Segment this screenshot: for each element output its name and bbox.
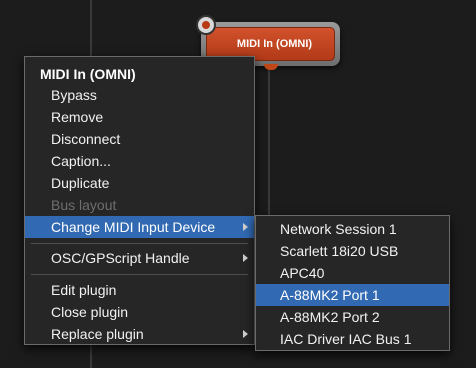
menu-item-osc-gpscript-handle[interactable]: OSC/GPScript Handle: [25, 247, 254, 269]
menu-item-disconnect[interactable]: Disconnect: [25, 128, 254, 150]
menu-item-bus-layout: Bus layout: [51, 197, 117, 213]
submenu-arrow-icon: [243, 223, 248, 231]
menu-separator: [31, 243, 248, 244]
midi-device-submenu: Network Session 1 Scarlett 18i20 USB APC…: [255, 215, 450, 351]
submenu-item-device[interactable]: A-88MK2 Port 2: [256, 306, 449, 328]
menu-item-replace-plugin[interactable]: Replace plugin: [25, 323, 254, 345]
wire-line-right: [268, 70, 270, 220]
context-menu: MIDI In (OMNI) Bypass Remove Disconnect …: [24, 56, 255, 345]
context-menu-title: MIDI In (OMNI): [40, 66, 136, 82]
output-pin-icon[interactable]: [264, 64, 278, 70]
menu-item-remove[interactable]: Remove: [25, 106, 254, 128]
menu-separator: [31, 274, 248, 275]
submenu-item-device[interactable]: Network Session 1: [256, 218, 449, 240]
menu-item-bypass[interactable]: Bypass: [25, 84, 254, 106]
submenu-arrow-icon: [243, 254, 248, 262]
menu-item-caption[interactable]: Caption...: [25, 150, 254, 172]
menu-item-change-midi-input-device[interactable]: Change MIDI Input Device: [25, 216, 254, 238]
submenu-item-device[interactable]: IAC Driver IAC Bus 1: [256, 328, 449, 350]
menu-item-duplicate[interactable]: Duplicate: [25, 172, 254, 194]
submenu-item-device-selected[interactable]: A-88MK2 Port 1: [256, 284, 449, 306]
menu-item-close-plugin[interactable]: Close plugin: [25, 301, 254, 323]
submenu-item-device[interactable]: Scarlett 18i20 USB: [256, 240, 449, 262]
submenu-arrow-icon: [243, 330, 248, 338]
submenu-item-device[interactable]: APC40: [256, 262, 449, 284]
menu-item-edit-plugin[interactable]: Edit plugin: [25, 279, 254, 301]
midi-port-icon[interactable]: [196, 15, 216, 35]
